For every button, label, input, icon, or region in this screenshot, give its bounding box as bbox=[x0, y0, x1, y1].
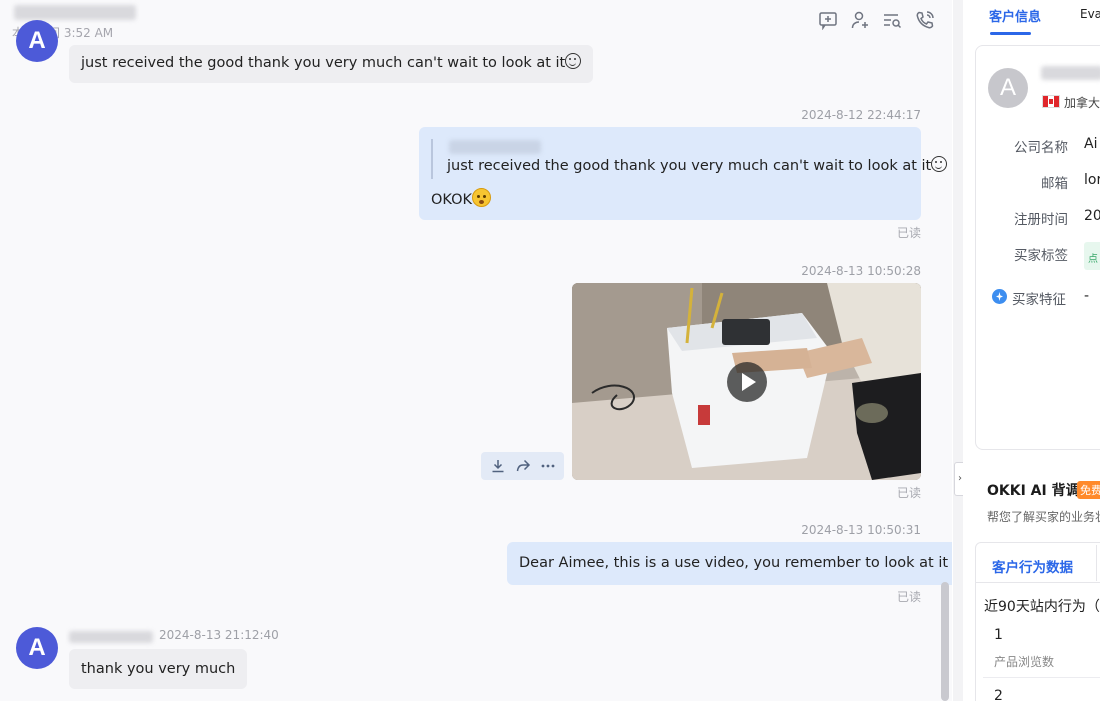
chat-panel: 本地时间 3:52 AM A just received the good th… bbox=[0, 0, 952, 701]
read-status: 已读 bbox=[897, 486, 922, 500]
customer-country: 加拿大 bbox=[1064, 96, 1100, 110]
behavior-divider bbox=[975, 582, 1100, 583]
stat-value: 1 bbox=[994, 627, 1003, 643]
field-value-buyer-traits: - bbox=[1084, 288, 1090, 304]
message-text-line: OKOK bbox=[431, 188, 492, 210]
message-timestamp: 2024-8-13 10:50:28 bbox=[801, 264, 921, 278]
customer-avatar: A bbox=[988, 68, 1028, 108]
video-message[interactable] bbox=[572, 283, 921, 480]
message-text: OKOK bbox=[431, 192, 473, 208]
field-label-buyer-traits: 买家特征 bbox=[1012, 292, 1066, 308]
behavior-title: 近90天站内行为（ bbox=[984, 599, 1100, 615]
field-label-registered: 注册时间 bbox=[1014, 212, 1068, 228]
field-label-buyer-tags: 买家标签 bbox=[1014, 248, 1068, 264]
field-label-email: 邮箱 bbox=[1041, 176, 1068, 192]
sender-name-blurred bbox=[69, 631, 153, 643]
message-timestamp: 2024-8-13 10:50:31 bbox=[801, 523, 921, 537]
field-label-company: 公司名称 bbox=[1014, 140, 1068, 156]
user-add-icon[interactable] bbox=[850, 10, 870, 30]
stat-divider bbox=[983, 677, 1100, 678]
message-text: just received the good thank you very mu… bbox=[81, 55, 566, 71]
quoted-text: just received the good thank you very mu… bbox=[447, 156, 948, 176]
tab-behavior-data[interactable]: 客户行为数据 bbox=[992, 556, 1073, 576]
contact-avatar[interactable]: A bbox=[16, 627, 58, 669]
message-timestamp: 2024-8-13 21:12:40 bbox=[159, 628, 279, 642]
message-bubble[interactable]: just received the good thank you very mu… bbox=[419, 127, 948, 220]
ai-spark-icon bbox=[992, 289, 1007, 304]
read-status: 已读 bbox=[897, 226, 922, 240]
quoted-message[interactable]: just received the good thank you very mu… bbox=[431, 139, 948, 179]
field-value-company[interactable]: Ai bbox=[1084, 136, 1097, 152]
ai-section-subtitle: 帮您了解买家的业务状 bbox=[987, 510, 1100, 524]
play-icon[interactable] bbox=[727, 362, 767, 402]
field-value-email[interactable]: lor bbox=[1084, 172, 1100, 188]
canada-flag-icon bbox=[1042, 95, 1060, 108]
add-chat-icon[interactable] bbox=[818, 10, 838, 31]
emoji-icon bbox=[472, 188, 492, 207]
smiley-icon bbox=[565, 53, 582, 69]
active-tab-indicator bbox=[990, 32, 1031, 35]
stat-label: 产品浏览数 bbox=[994, 655, 1055, 669]
contact-avatar[interactable]: A bbox=[16, 20, 58, 62]
tab-evaluation[interactable]: Eva bbox=[1080, 7, 1100, 21]
tab-separator bbox=[1096, 545, 1097, 581]
contact-name-blurred bbox=[14, 5, 136, 20]
chat-scrollbar[interactable] bbox=[941, 582, 949, 701]
message-bubble[interactable]: just received the good thank you very mu… bbox=[69, 45, 594, 83]
quoted-sender-blurred bbox=[449, 140, 541, 154]
message-bubble[interactable]: thank you very much bbox=[69, 649, 248, 689]
free-badge: 免费 bbox=[1077, 481, 1100, 499]
forward-icon[interactable] bbox=[512, 455, 534, 477]
download-icon[interactable] bbox=[487, 455, 509, 477]
message-text: thank you very much bbox=[81, 661, 236, 677]
media-toolbar bbox=[481, 452, 564, 480]
message-bubble[interactable]: Dear Aimee, this is a use video, you rem… bbox=[507, 542, 952, 585]
more-icon[interactable] bbox=[537, 455, 559, 477]
buyer-tag-chip[interactable]: 点 bbox=[1084, 242, 1100, 270]
smiley-icon bbox=[931, 156, 948, 172]
chat-header: 本地时间 3:52 AM bbox=[0, 0, 952, 42]
tab-customer-info[interactable]: 客户信息 bbox=[989, 6, 1041, 25]
stat-value: 2 bbox=[994, 688, 1003, 701]
ai-section-title: OKKI AI 背调 bbox=[987, 483, 1080, 499]
customer-name-blurred bbox=[1041, 66, 1100, 80]
message-text: Dear Aimee, this is a use video, you rem… bbox=[519, 555, 949, 571]
customer-panel: 客户信息 Eva A 加拿大 公司名称 Ai 邮箱 lor 注册时间 20 买家… bbox=[963, 0, 1100, 701]
phone-icon[interactable] bbox=[915, 10, 935, 30]
search-list-icon[interactable] bbox=[882, 10, 902, 30]
message-timestamp: 2024-8-12 22:44:17 bbox=[801, 108, 921, 122]
field-value-registered: 20 bbox=[1084, 208, 1100, 224]
panel-divider bbox=[953, 0, 963, 701]
read-status: 已读 bbox=[897, 590, 922, 604]
